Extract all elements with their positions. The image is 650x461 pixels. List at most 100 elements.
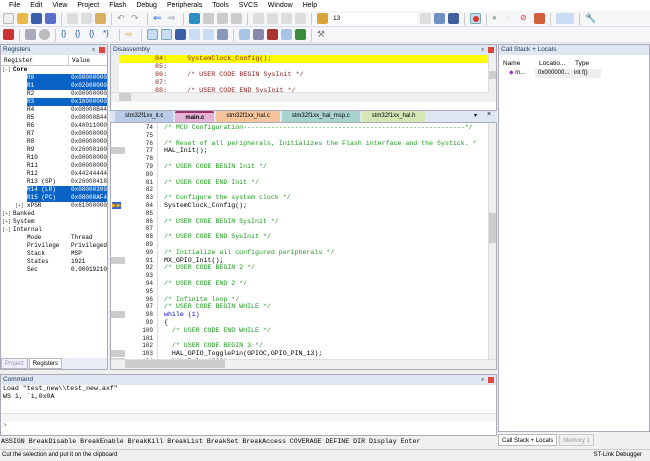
undo-icon[interactable]: ↶ <box>117 13 128 24</box>
tab-registers[interactable]: Registers <box>28 358 63 369</box>
code-line[interactable]: 95 <box>111 288 496 296</box>
menu-help[interactable]: Help <box>298 0 322 11</box>
code-line[interactable]: 80 <box>111 171 496 179</box>
expand-icon[interactable]: [-] <box>2 226 11 234</box>
step-into-icon[interactable]: {} <box>61 29 72 40</box>
code-line[interactable]: 102 /* USER CODE BEGIN 3 */ <box>111 342 496 350</box>
watch-windows-icon[interactable] <box>217 29 228 40</box>
pin-icon[interactable]: ᵠ <box>481 46 484 56</box>
trace-windows-icon[interactable] <box>281 29 292 40</box>
menu-project[interactable]: Project <box>72 0 104 11</box>
register-row[interactable]: R7 0x00000000 <box>1 130 107 138</box>
register-row[interactable]: [+] System <box>1 218 107 226</box>
command-horizontal-scrollbar[interactable] <box>1 413 496 422</box>
menu-flash[interactable]: Flash <box>104 0 131 11</box>
close-icon[interactable] <box>488 377 494 383</box>
indent-icon[interactable] <box>253 13 264 24</box>
menu-tools[interactable]: Tools <box>207 0 233 11</box>
run-to-cursor-icon[interactable]: *} <box>103 29 114 40</box>
file-tab[interactable]: stm32f1xx_hal.c <box>216 111 280 122</box>
code-line[interactable]: 97 /* USER CODE BEGIN WHILE */ <box>111 303 496 311</box>
register-row[interactable]: R4 0x08000B44 <box>1 106 107 114</box>
window-layout-icon[interactable] <box>556 13 574 24</box>
command-window-icon[interactable] <box>147 29 158 40</box>
registers-window-icon[interactable] <box>189 29 200 40</box>
system-viewer-icon[interactable] <box>295 29 306 40</box>
kill-breakpoints-icon[interactable] <box>534 13 545 24</box>
register-row[interactable]: [+] xPSR 0x61000000 <box>1 202 107 210</box>
menu-svcs[interactable]: SVCS <box>234 0 263 11</box>
unindent-icon[interactable] <box>267 13 278 24</box>
copy-icon[interactable] <box>81 13 92 24</box>
comment-icon[interactable] <box>281 13 292 24</box>
next-bookmark-icon[interactable] <box>217 13 228 24</box>
save-icon[interactable] <box>31 13 42 24</box>
redo-icon[interactable]: ↷ <box>131 13 142 24</box>
symbols-window-icon[interactable] <box>175 29 186 40</box>
tab-list-icon[interactable]: ▾ <box>474 112 477 119</box>
file-tab[interactable]: main.c <box>175 111 215 122</box>
clear-bookmarks-icon[interactable] <box>231 13 242 24</box>
code-line[interactable]: 91 MX_GPIO_Init(); <box>111 256 496 265</box>
disable-breakpoints-icon[interactable]: ⊘ <box>520 13 531 24</box>
expand-icon[interactable]: [+] <box>2 210 11 218</box>
code-line[interactable]: 99 { <box>111 319 496 327</box>
incremental-find-icon[interactable] <box>434 13 445 24</box>
debug-session-icon[interactable] <box>448 13 459 24</box>
close-icon[interactable] <box>488 47 494 53</box>
register-row[interactable]: Sec 0.00019210 <box>1 266 107 274</box>
start-stop-debug-icon[interactable] <box>470 13 481 24</box>
editor-vertical-scrollbar[interactable] <box>488 123 496 359</box>
pin-icon[interactable]: ᵠ <box>92 46 95 56</box>
disassembly-line[interactable]: 86: /* USER CODE BEGIN SysInit */ <box>119 71 488 79</box>
code-line[interactable]: 101 <box>111 335 496 343</box>
configure-icon[interactable]: 🔧 <box>585 13 596 24</box>
register-row[interactable]: R11 0x00000000 <box>1 162 107 170</box>
register-row[interactable]: States 1921 <box>1 258 107 266</box>
register-row[interactable]: R6 0x40011000 <box>1 122 107 130</box>
navigate-forward-icon[interactable]: ⇒ <box>167 13 178 24</box>
menu-view[interactable]: View <box>47 0 72 11</box>
code-line[interactable]: 75 <box>111 132 496 140</box>
code-line[interactable]: 81 /* USER CODE END Init */ <box>111 179 496 187</box>
reset-icon[interactable] <box>3 29 14 40</box>
disassembly-vertical-scrollbar[interactable] <box>488 55 496 93</box>
code-line[interactable]: ▶▶ 84 SystemClock_Config(); <box>111 201 496 210</box>
code-line[interactable]: 74 /* MCU Configuration------------------… <box>111 124 496 132</box>
file-tab[interactable]: stm32f1xx_hal_msp.c <box>281 111 360 122</box>
register-row[interactable]: R13 (SP) 0x20000418 <box>1 178 107 186</box>
disassembly-content[interactable]: 84: SystemClock_Config(); 85: 86: /* USE… <box>111 55 488 92</box>
find-dropdown-icon[interactable] <box>420 13 431 24</box>
toolbox-icon[interactable]: ⚒ <box>317 29 328 40</box>
code-line[interactable]: 93 <box>111 272 496 280</box>
open-file-icon[interactable] <box>17 13 28 24</box>
register-row[interactable]: R3 0x10000000 <box>1 98 108 106</box>
column-type[interactable]: Type <box>571 58 589 69</box>
register-row[interactable]: R10 0x00000000 <box>1 154 107 162</box>
register-row[interactable]: Privilege Privileged <box>1 242 107 250</box>
editor-horizontal-scrollbar[interactable] <box>111 359 496 369</box>
memory-windows-icon[interactable] <box>239 29 250 40</box>
code-line[interactable]: 77 HAL_Init(); <box>111 147 496 155</box>
register-row[interactable]: R9 0x20000160 <box>1 146 107 154</box>
run-icon[interactable] <box>25 29 36 40</box>
code-line[interactable]: 88 /* USER CODE END SysInit */ <box>111 233 496 241</box>
code-line[interactable]: 79 /* USER CODE BEGIN Init */ <box>111 163 496 171</box>
register-row[interactable]: R15 (PC) 0x08000AF4 <box>1 194 108 202</box>
code-line[interactable]: 76 /* Reset of all peripherals, Initializ… <box>111 140 496 148</box>
register-row[interactable]: R2 0x00000000 <box>1 90 107 98</box>
enable-breakpoint-icon[interactable]: ○ <box>506 13 517 24</box>
menu-peripherals[interactable]: Peripherals <box>162 0 207 11</box>
step-over-icon[interactable]: {} <box>75 29 86 40</box>
expand-icon[interactable]: [-] <box>2 66 11 74</box>
register-row[interactable]: [+] Banked <box>1 210 107 218</box>
register-row[interactable]: [-] Internal <box>1 226 107 234</box>
column-name[interactable]: Name <box>499 58 535 69</box>
expand-icon[interactable]: [+] <box>15 202 24 210</box>
file-tab[interactable]: stm32f1xx_hal.h <box>361 111 426 122</box>
register-row[interactable]: R8 0x00000000 <box>1 138 107 146</box>
code-line[interactable]: 78 <box>111 155 496 163</box>
menu-window[interactable]: Window <box>263 0 298 11</box>
register-row[interactable]: Stack MSP <box>1 250 107 258</box>
bookmark-icon[interactable] <box>189 13 200 24</box>
